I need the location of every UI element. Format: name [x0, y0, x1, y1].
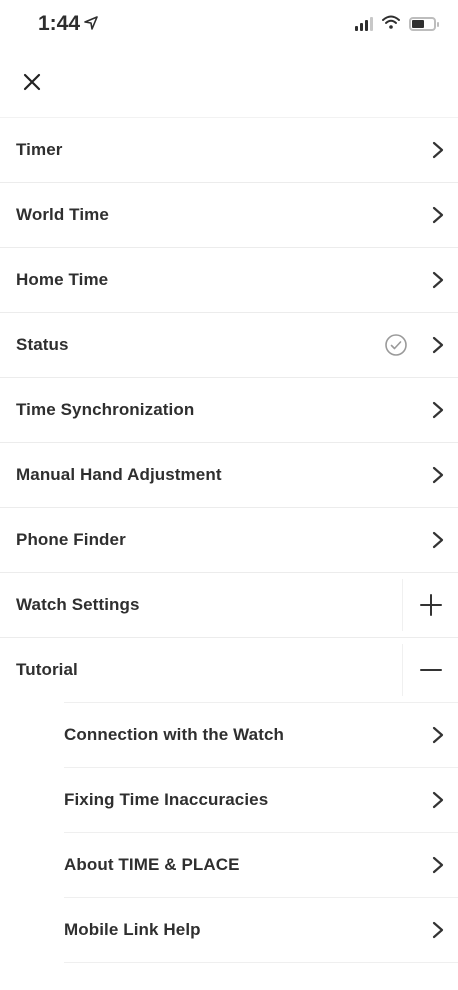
chevron-right-icon [432, 401, 444, 419]
menu-item-label: Time Synchronization [16, 400, 195, 419]
status-time: 1:44 [38, 12, 98, 36]
location-arrow-icon [84, 16, 98, 35]
menu-item-world-time[interactable]: World Time [0, 182, 458, 247]
tutorial-item-label: Connection with the Watch [64, 725, 285, 744]
chevron-right-icon [432, 336, 444, 354]
wifi-icon [382, 15, 400, 34]
minus-icon [419, 669, 442, 671]
chevron-right-icon [432, 531, 444, 549]
tutorial-item-label: Fixing Time Inaccuracies [64, 790, 269, 809]
chevron-right-icon [432, 141, 444, 159]
status-icons [355, 14, 439, 34]
menu-item-home-time[interactable]: Home Time [0, 247, 458, 312]
chevron-right-icon [432, 206, 444, 224]
close-icon [23, 73, 41, 91]
settings-menu: Timer World Time Home Time Status Time S… [0, 117, 458, 963]
tutorial-item-about[interactable]: About TIME & PLACE [64, 832, 458, 897]
tutorial-item-fixing-time[interactable]: Fixing Time Inaccuracies [64, 767, 458, 832]
chevron-right-icon [432, 856, 444, 874]
tutorial-item-connection[interactable]: Connection with the Watch [64, 702, 458, 767]
tutorial-item-mobile-link-help[interactable]: Mobile Link Help [64, 897, 458, 962]
menu-item-label: Tutorial [16, 660, 78, 679]
menu-item-label: Manual Hand Adjustment [16, 465, 222, 484]
menu-item-time-synchronization[interactable]: Time Synchronization [0, 377, 458, 442]
menu-item-label: Timer [16, 140, 63, 159]
status-bar: 1:44 [0, 0, 458, 48]
menu-item-label: Watch Settings [16, 595, 140, 614]
close-button[interactable] [14, 64, 50, 100]
menu-item-timer[interactable]: Timer [0, 117, 458, 182]
menu-item-status[interactable]: Status [0, 312, 458, 377]
menu-item-tutorial[interactable]: Tutorial [0, 637, 458, 702]
expand-toggle[interactable] [402, 579, 458, 631]
chevron-right-icon [432, 921, 444, 939]
cellular-signal-icon [355, 17, 373, 31]
menu-item-label: World Time [16, 205, 109, 224]
plus-icon [419, 594, 442, 616]
divider [64, 962, 458, 963]
menu-item-watch-settings[interactable]: Watch Settings [0, 572, 458, 637]
chevron-right-icon [432, 271, 444, 289]
chevron-right-icon [432, 791, 444, 809]
check-circle-icon [385, 334, 407, 356]
menu-item-label: Status [16, 335, 69, 354]
menu-item-label: Phone Finder [16, 530, 126, 549]
status-time-text: 1:44 [38, 12, 81, 35]
menu-item-phone-finder[interactable]: Phone Finder [0, 507, 458, 572]
battery-icon [409, 17, 439, 31]
collapse-toggle[interactable] [402, 644, 458, 696]
menu-item-label: Home Time [16, 270, 109, 289]
tutorial-item-label: Mobile Link Help [64, 920, 201, 939]
tutorial-item-label: About TIME & PLACE [64, 855, 240, 874]
chevron-right-icon [432, 726, 444, 744]
menu-item-manual-hand-adjustment[interactable]: Manual Hand Adjustment [0, 442, 458, 507]
chevron-right-icon [432, 466, 444, 484]
